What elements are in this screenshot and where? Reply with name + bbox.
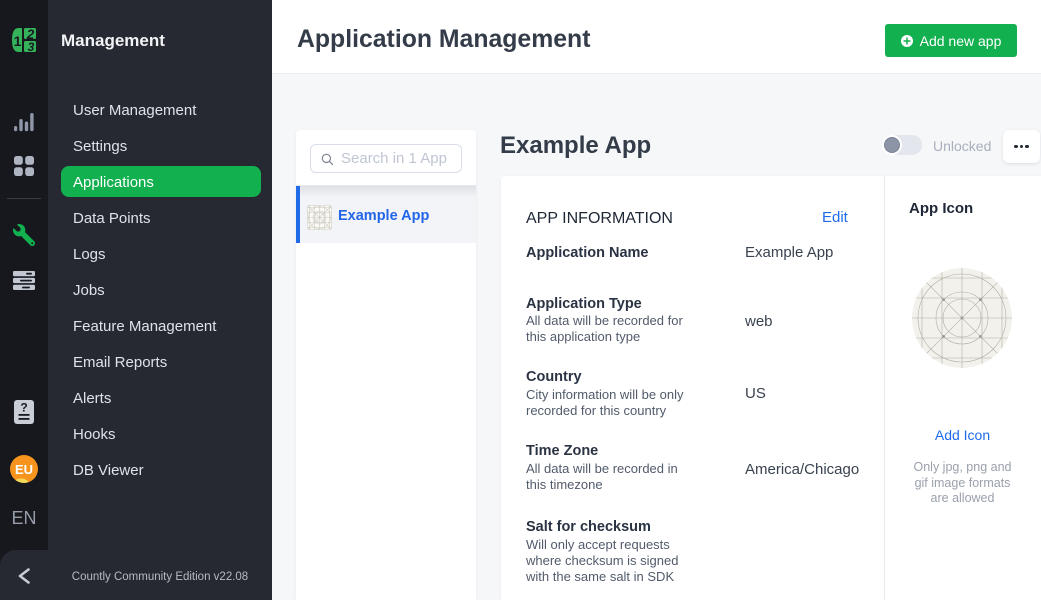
svg-text:?: ? [20, 401, 27, 415]
svg-text:1: 1 [14, 33, 22, 49]
svg-text:2: 2 [26, 28, 35, 42]
svg-text:3: 3 [28, 40, 35, 52]
svg-text:EU: EU [15, 462, 33, 477]
